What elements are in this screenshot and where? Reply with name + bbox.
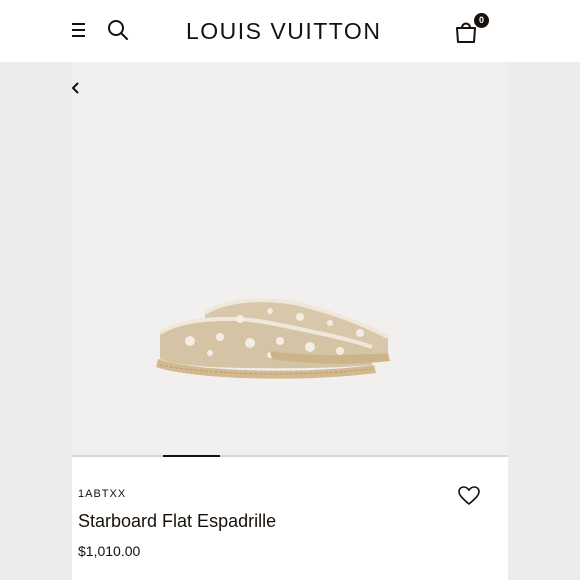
chevron-left-icon[interactable] [70,79,82,97]
product-image-espadrille [156,298,390,379]
search-icon[interactable] [107,19,129,41]
product-image-gallery[interactable] [72,62,508,457]
brand-logo[interactable]: LOUIS VUITTON [186,14,380,48]
heart-icon[interactable] [458,486,480,506]
product-title: Starboard Flat Espadrille [78,511,277,531]
product-sku: 1ABTXX [78,488,127,500]
product-price: $1,010.00 [78,543,141,559]
bag-count-badge: 0 [474,13,489,28]
menu-icon[interactable] [70,20,88,40]
